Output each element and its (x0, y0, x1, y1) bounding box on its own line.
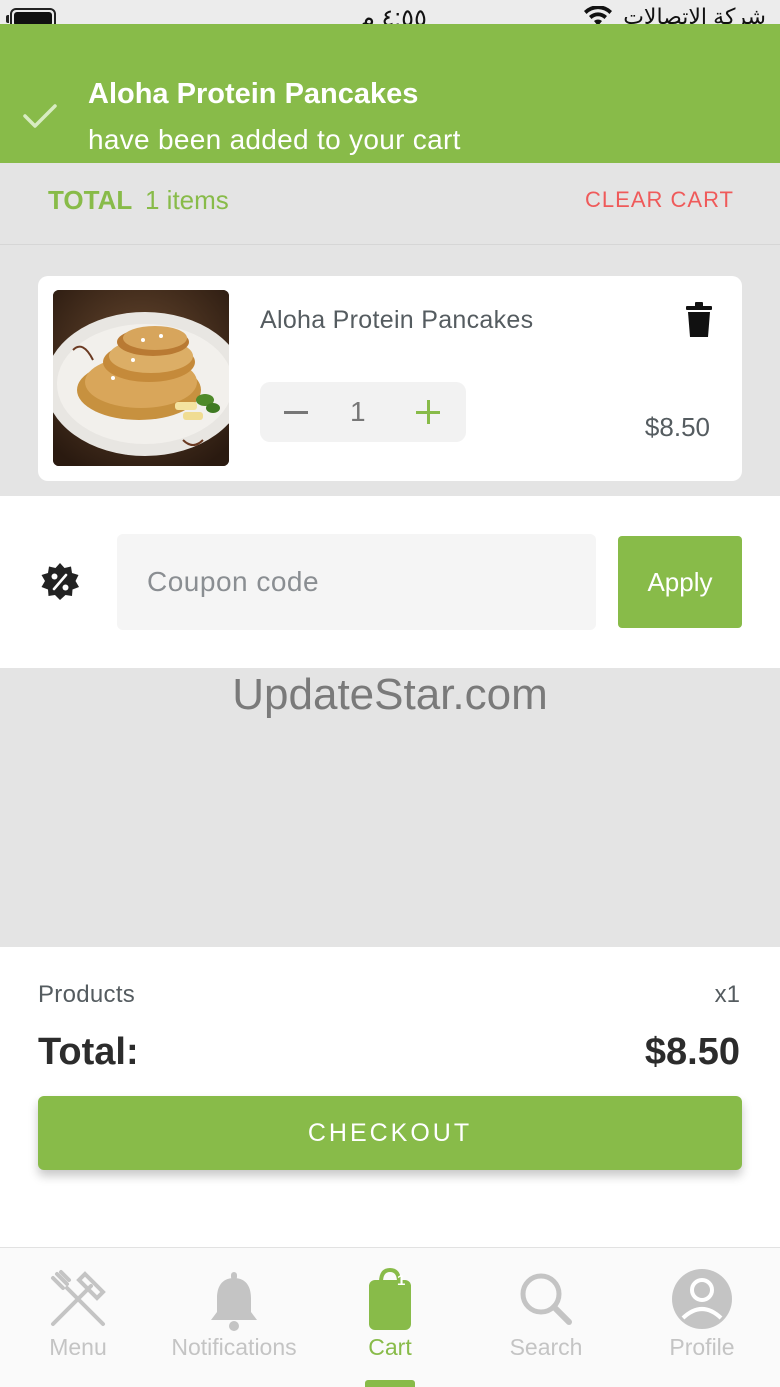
bell-icon (211, 1272, 257, 1331)
cart-item-card: Aloha Protein Pancakes 1 $8.50 (38, 276, 742, 481)
discount-badge-icon (41, 563, 79, 600)
products-label: Products (38, 981, 136, 1008)
products-count: x1 (714, 981, 740, 1008)
tab-search[interactable]: Search (468, 1266, 624, 1376)
apply-coupon-button[interactable]: Apply (618, 536, 742, 628)
coupon-code-input[interactable] (117, 534, 596, 630)
quantity-stepper: 1 (260, 382, 466, 442)
tab-label-cart: Cart (368, 1334, 412, 1360)
user-icon (672, 1269, 732, 1329)
shopping-bag-icon (369, 1267, 411, 1330)
grand-total-value: $8.50 (644, 1031, 740, 1073)
tab-label-profile: Profile (669, 1334, 735, 1360)
tab-menu[interactable]: Menu (0, 1266, 156, 1376)
order-totals: Products x1 Total: $8.50 CHECKOUT (0, 947, 780, 1247)
toast-message: have been added to your cart (88, 124, 461, 155)
tab-notifications[interactable]: Notifications (156, 1266, 312, 1376)
items-count: 1 items (145, 185, 229, 215)
pancakes-image (53, 290, 229, 466)
trash-icon[interactable] (686, 302, 712, 338)
checkmark-icon (23, 104, 57, 128)
clear-cart-button[interactable]: CLEAR CART (585, 187, 734, 213)
decrease-quantity-button[interactable] (284, 400, 308, 424)
fork-knife-icon (51, 1270, 106, 1326)
watermark-text: UpdateStar.com (232, 670, 548, 719)
tab-label-notifications: Notifications (171, 1334, 297, 1360)
cart-badge: 1 (397, 1272, 406, 1289)
coupon-section: Apply (0, 496, 780, 668)
total-label: TOTAL (48, 185, 133, 215)
increase-quantity-button[interactable] (416, 400, 440, 424)
tab-label-menu: Menu (49, 1334, 107, 1360)
grand-total-label: Total: (38, 1031, 139, 1073)
cart-summary-bar: TOTAL 1 items CLEAR CART (0, 163, 780, 245)
active-tab-indicator (365, 1380, 415, 1387)
tab-profile[interactable]: Profile (624, 1266, 780, 1376)
cart-item-price: $8.50 (644, 412, 710, 442)
bottom-tab-bar: Menu Notifications 1 Cart Search Profile (0, 1247, 780, 1387)
tab-label-search: Search (509, 1334, 583, 1360)
toast-title: Aloha Protein Pancakes (88, 78, 419, 110)
search-icon (520, 1273, 572, 1325)
quantity-value: 1 (350, 396, 366, 427)
cart-item-name: Aloha Protein Pancakes (260, 306, 534, 334)
added-to-cart-toast[interactable]: Aloha Protein Pancakes have been added t… (0, 24, 780, 163)
checkout-button[interactable]: CHECKOUT (38, 1096, 742, 1170)
tab-cart[interactable]: 1 Cart (312, 1266, 468, 1376)
